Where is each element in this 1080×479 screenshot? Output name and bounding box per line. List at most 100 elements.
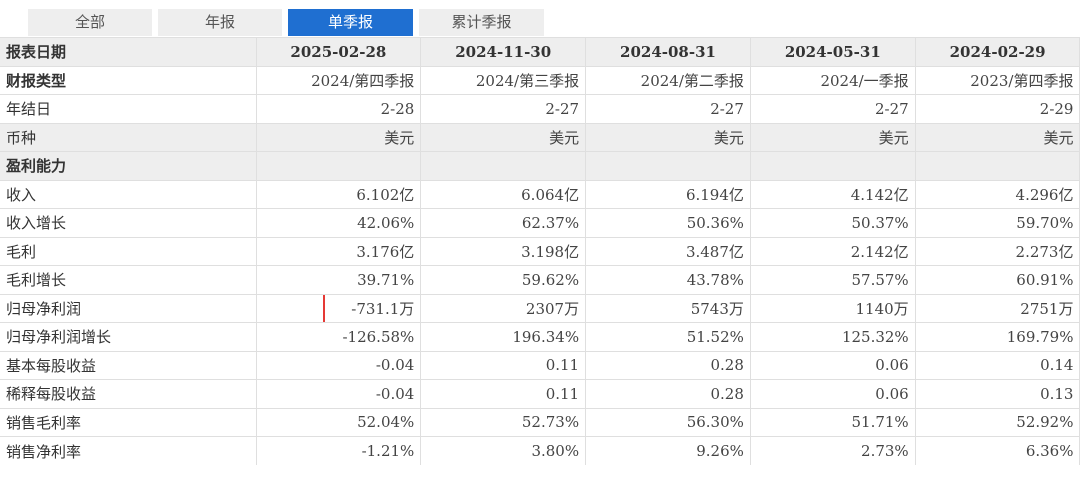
header-date: 2024-02-29 — [915, 37, 1080, 66]
cell-value: 5743万 — [585, 293, 751, 323]
cell-value: 1140万 — [750, 293, 916, 323]
cell-value: 169.79% — [915, 322, 1080, 351]
table-row: 收入增长 42.06% 62.37% 50.36% 50.37% 59.70% — [0, 208, 1080, 237]
cell-value: 0.06 — [750, 379, 916, 408]
cell-value: -126.58% — [256, 322, 422, 351]
cell-value: 59.70% — [915, 208, 1080, 237]
report-type-tabs: 全部 年报 单季报 累计季报 — [0, 0, 1080, 37]
row-label: 基本每股收益 — [0, 350, 257, 380]
table-header-row: 报表日期 2025-02-28 2024-11-30 2024-08-31 2024-0… — [0, 37, 1080, 66]
section-filler — [915, 151, 1080, 180]
cell-value: 62.37% — [420, 208, 587, 237]
cell-value: 美元 — [420, 122, 587, 152]
cell-value: 6.102亿 — [256, 179, 422, 209]
cell-value: -731.1万 — [351, 299, 415, 318]
cell-value: 52.92% — [915, 407, 1080, 437]
cell-value: 2024/一季报 — [750, 65, 916, 95]
cell-value: 3.80% — [420, 436, 587, 465]
financial-table: 报表日期 2025-02-28 2024-11-30 2024-08-31 2024-0… — [0, 37, 1080, 465]
cell-value: 2-28 — [256, 94, 422, 123]
cell-value: 9.26% — [585, 436, 751, 465]
section-filler — [750, 151, 916, 180]
row-label: 收入 — [0, 179, 257, 209]
cell-value: 59.62% — [420, 265, 587, 294]
cell-value: 52.73% — [420, 407, 587, 437]
table-row: 基本每股收益 -0.04 0.11 0.28 0.06 0.14 — [0, 350, 1080, 380]
cell-value: 4.142亿 — [750, 179, 916, 209]
cell-value: 196.34% — [420, 322, 587, 351]
row-label: 财报类型 — [0, 65, 257, 95]
cell-value: 0.13 — [915, 379, 1080, 408]
table-row: 毛利增长 39.71% 59.62% 43.78% 57.57% 60.91% — [0, 265, 1080, 294]
table-row: 归母净利润增长 -126.58% 196.34% 51.52% 125.32% 169.7… — [0, 322, 1080, 351]
row-label: 毛利增长 — [0, 265, 257, 294]
cell-value: 43.78% — [585, 265, 751, 294]
section-title: 盈利能力 — [0, 151, 257, 180]
row-label: 毛利 — [0, 236, 257, 266]
row-label: 销售净利率 — [0, 436, 257, 465]
cell-value: 2751万 — [915, 293, 1080, 323]
cell-value: 美元 — [585, 122, 751, 152]
row-label: 销售毛利率 — [0, 407, 257, 437]
row-label: 归母净利润 — [0, 293, 257, 323]
highlighted-cell: -731.1万 — [256, 293, 422, 323]
cell-value: 51.71% — [750, 407, 916, 437]
cell-value: 39.71% — [256, 265, 422, 294]
cell-value: 50.36% — [585, 208, 751, 237]
cell-value: 42.06% — [256, 208, 422, 237]
cell-value: -0.04 — [256, 350, 422, 380]
cell-value: 52.04% — [256, 407, 422, 437]
cell-value: 2024/第二季报 — [585, 65, 751, 95]
header-date: 2024-05-31 — [750, 37, 916, 66]
header-label: 报表日期 — [0, 37, 257, 66]
cell-value: 125.32% — [750, 322, 916, 351]
table-row: 币种 美元 美元 美元 美元 美元 — [0, 122, 1080, 152]
section-filler — [420, 151, 587, 180]
cell-value: 2-27 — [585, 94, 751, 123]
cell-value: 3.487亿 — [585, 236, 751, 266]
cell-value: 0.06 — [750, 350, 916, 380]
tab-all[interactable]: 全部 — [28, 9, 152, 36]
cell-value: 0.28 — [585, 350, 751, 380]
table-row: 销售净利率 -1.21% 3.80% 9.26% 2.73% 6.36% — [0, 436, 1080, 465]
cell-value: 2024/第四季报 — [256, 65, 422, 95]
table-row: 归母净利润 -731.1万 2307万 5743万 1140万 2751万 — [0, 293, 1080, 323]
tab-cumulative-quarter[interactable]: 累计季报 — [419, 9, 544, 36]
tab-annual[interactable]: 年报 — [158, 9, 282, 36]
cell-value: 2307万 — [420, 293, 587, 323]
table-row: 毛利 3.176亿 3.198亿 3.487亿 2.142亿 2.273亿 — [0, 236, 1080, 266]
cell-value: -0.04 — [256, 379, 422, 408]
row-label: 归母净利润增长 — [0, 322, 257, 351]
cell-value: 51.52% — [585, 322, 751, 351]
section-filler — [585, 151, 751, 180]
cell-value: 2-27 — [420, 94, 587, 123]
cell-value: 2.73% — [750, 436, 916, 465]
cell-value: 50.37% — [750, 208, 916, 237]
cell-value: 美元 — [750, 122, 916, 152]
cell-value: 2.273亿 — [915, 236, 1080, 266]
tab-single-quarter[interactable]: 单季报 — [288, 9, 413, 36]
section-row: 盈利能力 — [0, 151, 1080, 180]
row-label: 稀释每股收益 — [0, 379, 257, 408]
table-row: 年结日 2-28 2-27 2-27 2-27 2-29 — [0, 94, 1080, 123]
cell-value: 6.194亿 — [585, 179, 751, 209]
cell-value: 6.064亿 — [420, 179, 587, 209]
cell-value: 57.57% — [750, 265, 916, 294]
header-date: 2025-02-28 — [256, 37, 422, 66]
row-label: 币种 — [0, 122, 257, 152]
cell-value: 6.36% — [915, 436, 1080, 465]
cell-value: -1.21% — [256, 436, 422, 465]
cell-value: 0.14 — [915, 350, 1080, 380]
cell-value: 2024/第三季报 — [420, 65, 587, 95]
cell-value: 美元 — [915, 122, 1080, 152]
cell-value: 0.11 — [420, 350, 587, 380]
cell-value: 4.296亿 — [915, 179, 1080, 209]
cell-value: 美元 — [256, 122, 422, 152]
cell-value: 0.11 — [420, 379, 587, 408]
table-row: 销售毛利率 52.04% 52.73% 56.30% 51.71% 52.92% — [0, 407, 1080, 437]
cell-value: 2-29 — [915, 94, 1080, 123]
cell-value: 2.142亿 — [750, 236, 916, 266]
table-row: 收入 6.102亿 6.064亿 6.194亿 4.142亿 4.296亿 — [0, 179, 1080, 209]
cell-value: 0.28 — [585, 379, 751, 408]
cell-value: 2-27 — [750, 94, 916, 123]
